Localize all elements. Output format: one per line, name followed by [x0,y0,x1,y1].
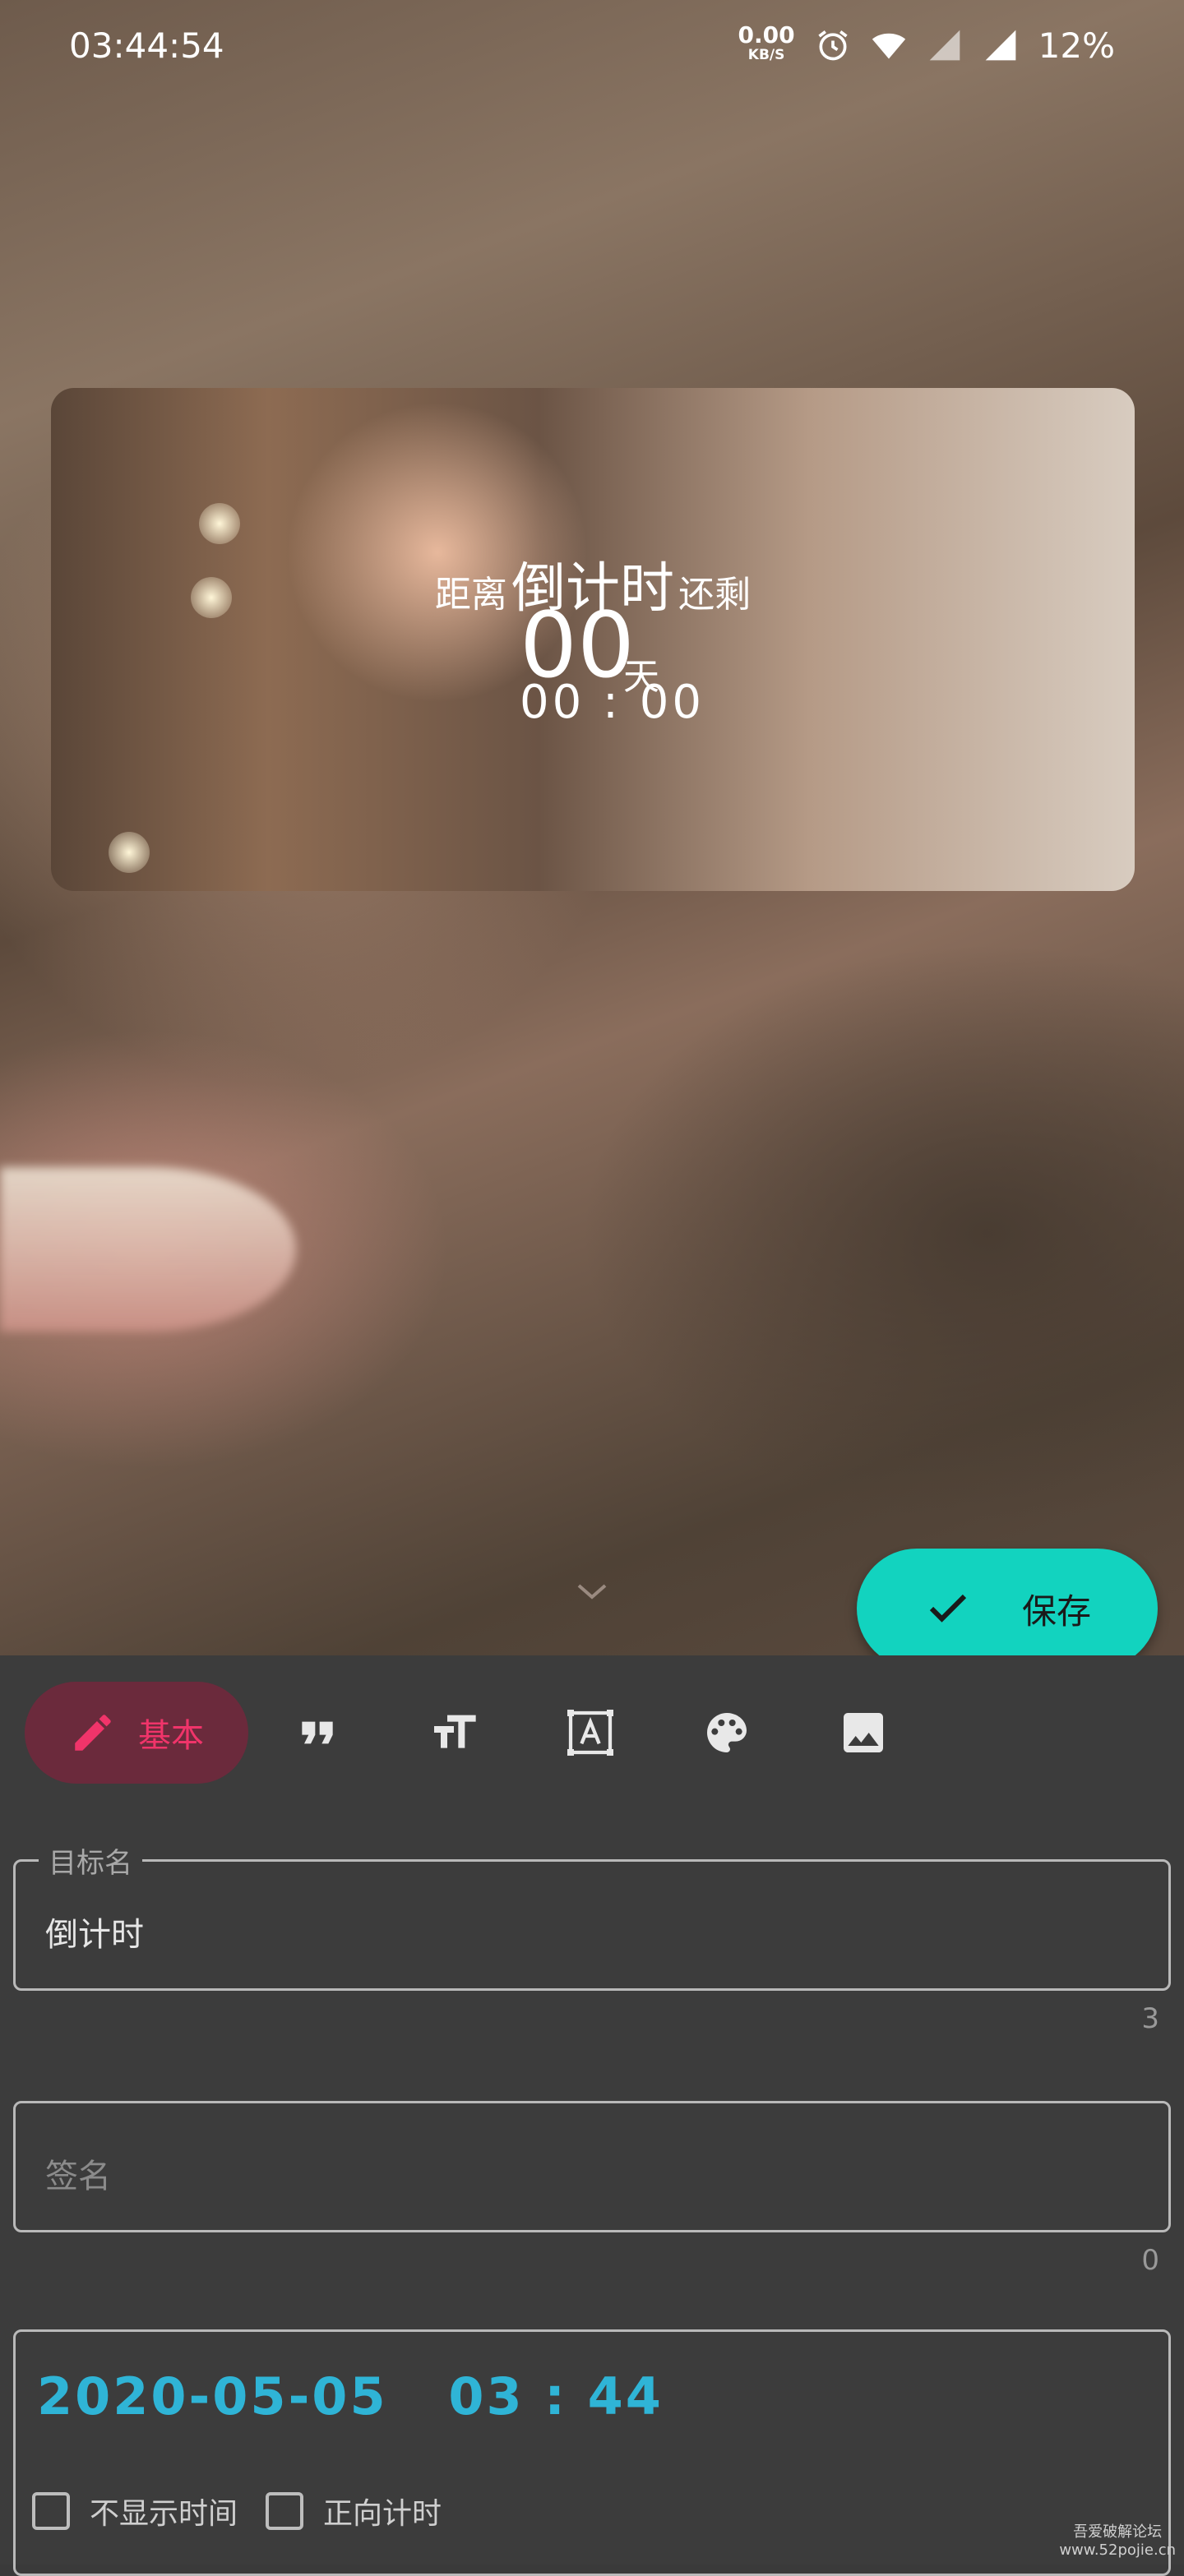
date-value[interactable]: 2020-05-05 [37,2366,388,2426]
signature-field[interactable]: 签名 [13,2101,1171,2232]
chevron-down-icon[interactable] [576,1582,608,1602]
save-button[interactable]: 保存 [857,1549,1158,1669]
signal-icon-2 [985,30,1015,61]
check-icon [929,1594,967,1623]
tab-basic[interactable]: 基本 [25,1682,248,1784]
clock: 03:44:54 [69,25,224,66]
status-bar: 03:44:54 0.00 KB/S 12% [0,0,1184,90]
text-box-icon[interactable] [564,1706,617,1759]
signature-counter: 0 [1141,2244,1159,2277]
target-name-field[interactable]: 目标名 倒计时 [13,1840,1171,1991]
target-name-counter: 3 [1141,2002,1159,2035]
datetime-value[interactable]: 2020-05-05 03 : 44 [37,2366,664,2426]
battery-level: 12% [1038,25,1115,66]
palette-icon[interactable] [701,1706,753,1759]
checkbox-icon[interactable] [32,2492,70,2530]
target-name-legend: 目标名 [39,1840,142,1881]
alarm-icon [818,30,848,61]
count-up-label: 正向计时 [323,2497,442,2531]
datetime-box: 2020-05-05 03 : 44 不显示时间 正向计时 [13,2329,1171,2576]
count-up-checkbox[interactable]: 正向计时 [266,2490,442,2532]
heading-prefix: 距离 [434,574,507,616]
wifi-icon [872,33,905,59]
quote-icon[interactable] [291,1706,344,1759]
hide-time-checkbox[interactable]: 不显示时间 [32,2490,238,2532]
signal-icon [929,30,960,61]
net-speed: 0.00 KB/S [738,21,795,64]
hide-time-label: 不显示时间 [90,2497,238,2531]
tab-basic-label: 基本 [138,1717,204,1755]
countdown-preview-card[interactable]: 距离 倒计时 还剩 00 天 00 : 00 [51,388,1135,891]
time-value: 00 : 00 [520,676,705,729]
time-value-input[interactable]: 03 : 44 [448,2366,664,2426]
watermark: 吾爱破解论坛 www.52pojie.cn [1059,2523,1176,2559]
background-detail [0,1167,296,1332]
save-button-label: 保存 [1021,1590,1091,1632]
editor-tabs: 基本 [25,1682,1159,1784]
target-name-value[interactable]: 倒计时 [45,1908,144,1955]
checkbox-icon[interactable] [266,2492,303,2530]
signature-placeholder[interactable]: 签名 [45,2149,111,2197]
heading-suffix: 还剩 [678,574,752,616]
image-icon[interactable] [837,1706,890,1759]
text-size-icon[interactable] [428,1706,480,1759]
pencil-icon [75,1715,111,1751]
